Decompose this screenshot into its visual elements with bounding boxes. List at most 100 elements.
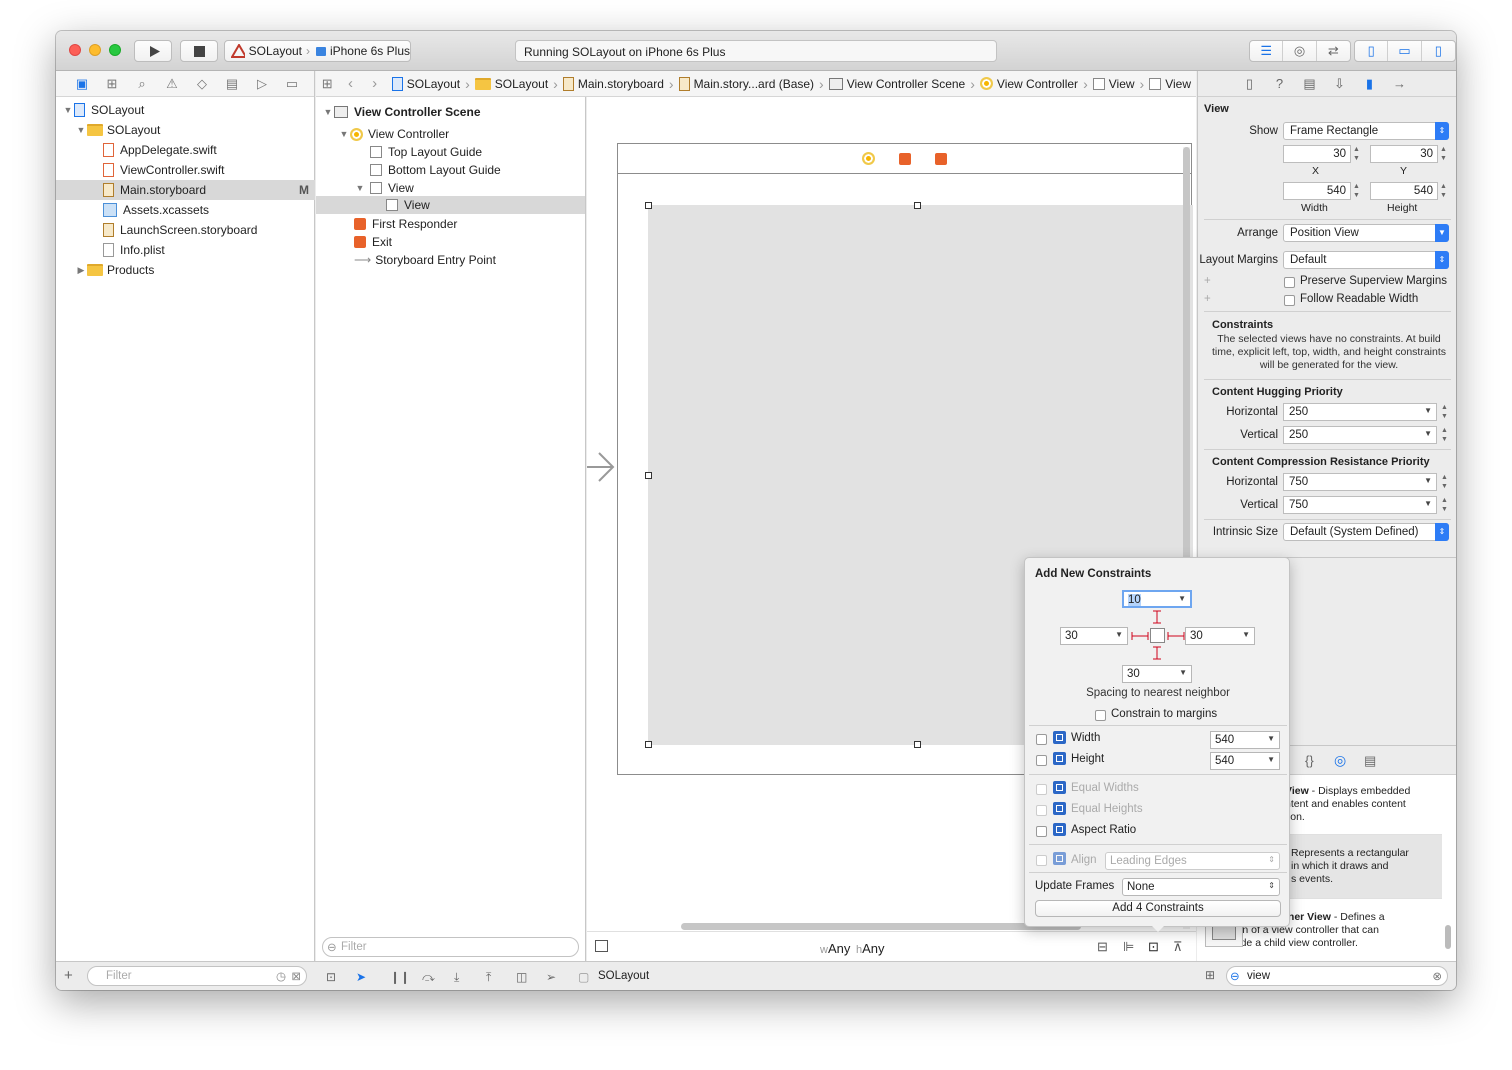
height-field[interactable]: 540 [1370, 182, 1438, 200]
update-frames-popup[interactable]: None ⇕ [1122, 878, 1280, 896]
identity-inspector-icon[interactable]: ▤ [1300, 76, 1319, 92]
library-search-input[interactable]: ⊖ view ⊗ [1226, 966, 1448, 986]
outline-view[interactable]: ▼ View [354, 178, 414, 198]
stack-icon[interactable]: ⊟ [1097, 939, 1108, 955]
breakpoints-icon[interactable]: ➤ [356, 970, 366, 984]
y-stepper[interactable]: ▲ ▼ [1439, 145, 1448, 163]
version-editor-icon[interactable]: ⇄ [1317, 41, 1350, 61]
scheme-selector[interactable]: SOLayout › iPhone 6s Plus [224, 40, 411, 62]
outline-top-layout-guide[interactable]: Top Layout Guide [370, 142, 482, 162]
crumb-project[interactable]: SOLayout [387, 76, 465, 91]
compression-horizontal-stepper[interactable]: ▲ ▼ [1440, 473, 1449, 491]
outline-filter-input[interactable]: ⊖ Filter [322, 937, 579, 957]
compression-vertical-stepper[interactable]: ▲ ▼ [1440, 496, 1449, 514]
chevron-down-icon[interactable]: ▼ [1424, 429, 1432, 438]
x-stepper[interactable]: ▲ ▼ [1352, 145, 1361, 163]
width-field[interactable]: 540 [1283, 182, 1351, 200]
align-popup[interactable]: Leading Edges ⇕ [1105, 852, 1280, 870]
hugging-horizontal-combo[interactable]: 250 ▼ [1283, 403, 1437, 421]
view-debugger-icon[interactable]: ◫ [516, 970, 527, 984]
crumb-group[interactable]: SOLayout [470, 77, 553, 91]
hugging-vertical-stepper[interactable]: ▲ ▼ [1440, 426, 1449, 444]
attributes-inspector-icon[interactable]: ⇩ [1330, 76, 1349, 92]
recent-icon[interactable]: ◷ [276, 969, 286, 983]
top-spacing-field[interactable]: 10 ▼ [1122, 590, 1192, 608]
nav-item-project[interactable]: ▼ SOLayout [62, 100, 315, 120]
pause-icon[interactable]: ❙❙ [390, 970, 410, 984]
disclosure-open-icon[interactable]: ▼ [338, 129, 350, 139]
scm-filter-icon[interactable]: ⊠ [291, 969, 301, 983]
disclosure-open-icon[interactable]: ▼ [75, 125, 87, 135]
back-arrow-icon[interactable]: ‹ [338, 75, 362, 92]
hide-debug-icon[interactable]: ⊡ [326, 970, 336, 984]
forward-arrow-icon[interactable]: › [363, 75, 387, 92]
library-scrollbar[interactable] [1445, 925, 1451, 949]
toggle-navigator-icon[interactable]: ▯ [1355, 41, 1389, 61]
right-strut-icon[interactable] [1167, 630, 1185, 642]
right-spacing-field[interactable]: 30 ▼ [1185, 627, 1255, 645]
y-field[interactable]: 30 [1370, 145, 1438, 163]
width-value-field[interactable]: 540 ▼ [1210, 731, 1280, 749]
outline-first-responder[interactable]: First Responder [354, 214, 457, 234]
toggle-utilities-icon[interactable]: ▯ [1422, 41, 1455, 61]
horizontal-scrollbar[interactable] [681, 923, 1081, 930]
resize-handle[interactable] [645, 472, 652, 479]
nav-item-group[interactable]: ▼ SOLayout [75, 120, 315, 140]
nav-item-launchscreen[interactable]: LaunchScreen.storyboard [103, 220, 257, 240]
location-icon[interactable]: ➢ [546, 970, 556, 984]
resize-handle[interactable] [645, 741, 652, 748]
object-library-icon[interactable]: ◎ [1334, 752, 1346, 769]
outline-exit[interactable]: Exit [354, 232, 392, 252]
disclosure-open-icon[interactable]: ▼ [322, 107, 334, 117]
chevron-down-icon[interactable]: ▼ [1424, 476, 1432, 485]
width-stepper[interactable]: ▲ ▼ [1352, 182, 1361, 200]
run-button[interactable] [134, 40, 172, 62]
chevron-down-icon[interactable]: ▼ [1242, 630, 1250, 639]
constrain-margins-checkbox[interactable] [1095, 710, 1106, 721]
nav-item-assets[interactable]: Assets.xcassets [103, 200, 209, 220]
code-snippet-icon[interactable]: {} [1305, 753, 1314, 768]
add-variation-icon[interactable]: + [1204, 293, 1211, 305]
add-constraints-button[interactable]: Add 4 Constraints [1035, 900, 1281, 917]
crumb-storyboard-base[interactable]: Main.story...ard (Base) [674, 76, 819, 91]
chevron-down-icon[interactable]: ▼ [1178, 594, 1186, 603]
chevron-down-icon[interactable]: ▼ [1267, 734, 1275, 743]
hugging-vertical-combo[interactable]: 250 ▼ [1283, 426, 1437, 444]
height-checkbox[interactable] [1036, 755, 1047, 766]
scheme-target[interactable]: SOLayout [249, 44, 302, 58]
compression-horizontal-combo[interactable]: 750 ▼ [1283, 473, 1437, 491]
media-library-icon[interactable]: ▤ [1364, 753, 1376, 769]
height-stepper[interactable]: ▲ ▼ [1439, 182, 1448, 200]
zoom-window-button[interactable] [109, 44, 121, 56]
crumb-subview[interactable]: View [1144, 77, 1196, 91]
outline-subview[interactable]: View [316, 196, 585, 214]
nav-item-main-storyboard[interactable]: Main.storyboard M [56, 180, 315, 200]
step-into-icon[interactable]: ⤓ [454, 970, 459, 985]
grid-view-icon[interactable]: ⊞ [1205, 968, 1215, 982]
left-strut-icon[interactable] [1131, 630, 1149, 642]
folder-icon[interactable]: ▣ [72, 76, 92, 92]
add-variation-icon[interactable]: + [1204, 275, 1211, 287]
outline-bottom-layout-guide[interactable]: Bottom Layout Guide [370, 160, 501, 180]
view-toggle-control[interactable]: ▯ ▭ ▯ [1354, 40, 1456, 62]
x-field[interactable]: 30 [1283, 145, 1351, 163]
chevron-down-icon[interactable]: ▼ [1179, 668, 1187, 677]
symbol-icon[interactable]: ⊞ [102, 76, 122, 92]
crumb-storyboard[interactable]: Main.storyboard [558, 76, 669, 91]
equal-heights-checkbox[interactable] [1036, 805, 1047, 816]
chevron-down-icon[interactable]: ▼ [1267, 755, 1275, 764]
scheme-device[interactable]: iPhone 6s Plus [330, 44, 410, 58]
size-inspector-icon[interactable]: ▮ [1360, 76, 1379, 92]
close-window-button[interactable] [69, 44, 81, 56]
height-value-field[interactable]: 540 ▼ [1210, 752, 1280, 770]
editor-mode-control[interactable]: ☰ ◎ ⇄ [1249, 40, 1351, 62]
report-icon[interactable]: ▭ [282, 76, 302, 92]
size-class-selector[interactable]: wAny hAny [820, 941, 885, 956]
resize-handle[interactable] [914, 741, 921, 748]
aspect-ratio-checkbox[interactable] [1036, 826, 1047, 837]
width-checkbox[interactable] [1036, 734, 1047, 745]
disclosure-closed-icon[interactable]: ▶ [75, 265, 87, 276]
outline-view-controller[interactable]: ▼ View Controller [338, 124, 450, 144]
navigator-filter-input[interactable]: Filter ◷ ⊠ [87, 966, 307, 986]
breakpoint-icon[interactable]: ▷ [252, 76, 272, 92]
